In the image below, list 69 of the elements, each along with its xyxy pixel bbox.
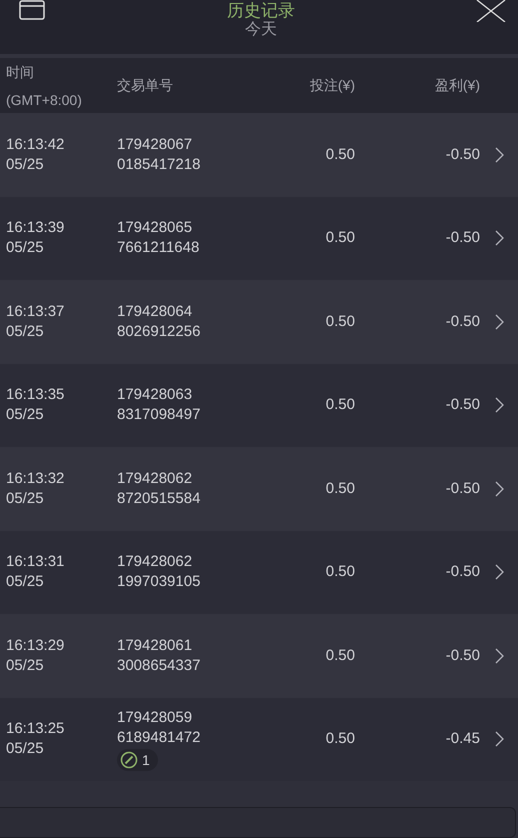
date-text: 05/25 — [6, 488, 45, 509]
history-row[interactable]: 16:13:42 05/25 179428067 0185417218 0.50 -0.50 — [0, 113, 518, 196]
date-text: 05/25 — [6, 238, 45, 258]
date-text: 05/25 — [6, 322, 45, 342]
order-number: 179428061 — [117, 636, 194, 656]
history-row[interactable]: 16:13:37 05/25 179428064 8026912256 0.50 -0.50 — [0, 280, 518, 364]
profit-amount: -0.50 — [444, 228, 480, 248]
time-text: 16:13:42 — [6, 134, 66, 155]
order-number: 8026912256 — [117, 322, 202, 342]
time-text: 16:13:35 — [6, 385, 66, 406]
order-number: 179428062 — [117, 468, 194, 489]
chevron-right-icon — [495, 397, 504, 414]
column-header: (GMT+8:00) — [6, 90, 83, 110]
time-text: 16:13:25 — [6, 719, 66, 740]
order-number: 6189481472 — [117, 728, 202, 748]
order-number: 3008654337 — [117, 656, 202, 676]
profit-amount: -0.50 — [444, 562, 480, 582]
chevron-right-icon — [495, 480, 504, 497]
date-text: 05/25 — [6, 739, 45, 760]
stake-amount: 0.50 — [324, 478, 355, 498]
order-number: 179428063 — [117, 385, 194, 406]
chevron-right-icon — [495, 146, 504, 163]
order-number: 8720515584 — [117, 488, 202, 509]
order-number: 8317098497 — [117, 405, 202, 426]
stake-amount: 0.50 — [324, 729, 355, 749]
chevron-right-icon — [495, 648, 504, 664]
date-text: 05/25 — [6, 405, 45, 426]
chevron-right-icon — [495, 564, 504, 580]
order-number: 7661211648 — [117, 238, 200, 258]
column-header: 投注(¥) — [308, 76, 355, 95]
profit-amount: -0.50 — [444, 646, 480, 666]
profit-amount: -0.50 — [444, 312, 480, 332]
history-row[interactable]: 16:13:29 05/25 179428061 3008654337 0.50 -0.50 — [0, 614, 518, 698]
stake-amount: 0.50 — [324, 646, 355, 666]
chevron-right-icon — [495, 314, 504, 330]
order-number: 1997039105 — [117, 572, 202, 592]
history-row[interactable]: 16:13:32 05/25 179428062 8720515584 0.50 -0.50 — [0, 447, 518, 530]
profit-amount: -0.45 — [444, 729, 480, 749]
column-header: 盈利(¥) — [434, 76, 480, 95]
stake-amount: 0.50 — [324, 228, 355, 248]
stake-amount: 0.50 — [324, 562, 355, 582]
date-text: 05/25 — [6, 656, 45, 676]
order-number: 0185417218 — [117, 154, 202, 175]
time-text: 16:13:39 — [6, 218, 66, 238]
time-text: 16:13:31 — [6, 552, 66, 572]
window-title: 历史记录 — [227, 0, 295, 21]
stake-amount: 0.50 — [324, 312, 355, 332]
stake-amount: 0.50 — [324, 395, 355, 415]
time-text: 16:13:37 — [6, 302, 66, 322]
chevron-right-icon — [495, 731, 504, 748]
profit-amount: -0.50 — [444, 395, 480, 415]
column-header: 交易单号 — [117, 76, 174, 95]
order-number: 179428067 — [117, 134, 194, 155]
order-number: 179428065 — [117, 218, 194, 238]
order-number: 179428062 — [117, 552, 194, 572]
date-subtitle: 今天 — [245, 21, 277, 39]
order-number: 179428064 — [117, 302, 194, 322]
profit-amount: -0.50 — [444, 478, 480, 498]
date-text: 05/25 — [6, 572, 45, 592]
order-number: 179428059 — [117, 708, 194, 728]
count-badge: 1 — [117, 748, 158, 771]
column-header: 时间 — [6, 62, 35, 82]
time-text: 16:13:32 — [6, 468, 66, 489]
close-icon[interactable] — [476, 0, 506, 22]
date-text: 05/25 — [6, 154, 45, 175]
profit-amount: -0.50 — [444, 144, 480, 164]
time-text: 16:13:29 — [6, 636, 66, 656]
stake-amount: 0.50 — [324, 144, 355, 164]
chevron-right-icon — [495, 230, 504, 246]
